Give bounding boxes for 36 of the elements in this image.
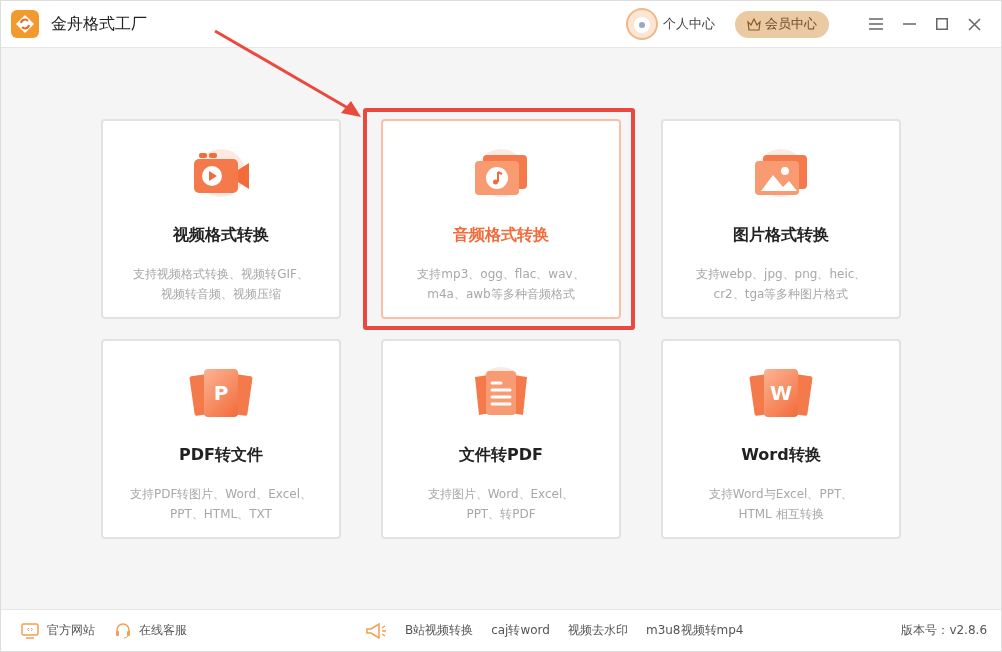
- footer-link[interactable]: B站视频转换: [404, 622, 474, 639]
- version-label: 版本号：v2.8.6: [901, 622, 987, 639]
- menu-icon[interactable]: [869, 18, 883, 30]
- feature-card[interactable]: W Word转换 支持Word与Excel、PPT、 HTML 相互转换: [661, 339, 901, 539]
- crown-icon: [747, 17, 761, 31]
- close-icon[interactable]: [968, 17, 981, 31]
- footer-link[interactable]: m3u8视频转mp4: [645, 622, 744, 639]
- card-title: 文件转PDF: [459, 445, 543, 466]
- footer-link[interactable]: 视频去水印: [567, 622, 628, 639]
- card-title: Word转换: [741, 445, 821, 466]
- megaphone-icon: [364, 622, 387, 639]
- monitor-icon: [21, 622, 39, 639]
- card-description: 支持mp3、ogg、flac、wav、 m4a、awb等多种音频格式: [417, 266, 585, 303]
- app-logo-icon: [11, 10, 39, 38]
- feature-card[interactable]: P PDF转文件 支持PDF转图片、Word、Excel、 PPT、HTML、TXT: [101, 339, 341, 539]
- feature-card[interactable]: 图片格式转换 支持webp、jpg、png、heic、 cr2、tga等多种图片格式: [661, 119, 901, 319]
- footer-link[interactable]: caj转word: [491, 622, 550, 639]
- card-description: 支持webp、jpg、png、heic、 cr2、tga等多种图片格式: [695, 266, 867, 303]
- vip-center-button[interactable]: 会员中心: [735, 10, 829, 38]
- maximize-icon[interactable]: [936, 18, 948, 30]
- avatar-icon[interactable]: [625, 7, 659, 41]
- headset-icon: [115, 622, 131, 639]
- feature-card[interactable]: 视频格式转换 支持视频格式转换、视频转GIF、 视频转音频、视频压缩: [101, 119, 341, 319]
- card-title: 音频格式转换: [453, 225, 549, 246]
- card-title: 视频格式转换: [173, 225, 269, 246]
- profile-link[interactable]: 个人中心: [663, 15, 715, 33]
- card-description: 支持Word与Excel、PPT、 HTML 相互转换: [708, 486, 854, 523]
- feature-card[interactable]: 文件转PDF 支持图片、Word、Excel、 PPT、转PDF: [381, 339, 621, 539]
- footer-link[interactable]: 官方网站: [47, 622, 95, 639]
- app-title: 金舟格式工厂: [51, 13, 147, 35]
- footer-link[interactable]: 在线客服: [139, 622, 187, 639]
- card-description: 支持图片、Word、Excel、 PPT、转PDF: [427, 486, 575, 523]
- card-title: PDF转文件: [179, 445, 263, 466]
- card-description: 支持PDF转图片、Word、Excel、 PPT、HTML、TXT: [130, 486, 312, 523]
- card-title: 图片格式转换: [733, 225, 829, 246]
- card-description: 支持视频格式转换、视频转GIF、 视频转音频、视频压缩: [133, 266, 309, 303]
